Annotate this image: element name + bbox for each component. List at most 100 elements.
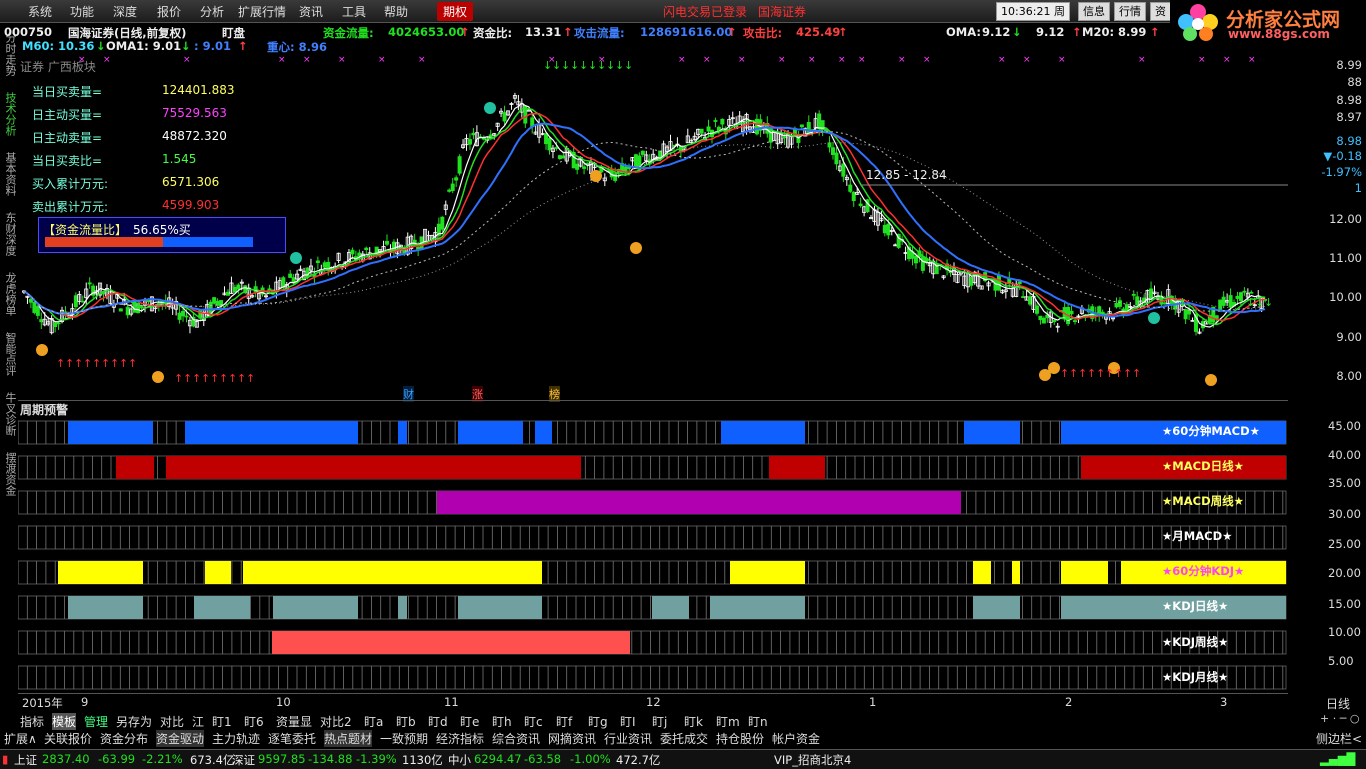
bottom-tab[interactable]: 持仓股份	[716, 730, 764, 747]
bottom-tab[interactable]: 网摘资讯	[548, 730, 596, 747]
candle-body	[1041, 317, 1046, 324]
candle-body	[56, 322, 61, 325]
bottom-tab[interactable]: 盯d	[428, 713, 448, 730]
candle-body	[886, 223, 891, 236]
zx-label[interactable]: 中小	[448, 752, 471, 768]
bottom-tab[interactable]: 盯6	[244, 713, 264, 730]
bottom-tab[interactable]: 盯c	[524, 713, 543, 730]
bottom-tab[interactable]: 盯h	[492, 713, 512, 730]
bottom-tab[interactable]: 逐笔委托	[268, 730, 316, 747]
signal-segment	[458, 596, 542, 619]
menu-news[interactable]: 资讯	[299, 3, 323, 20]
down-arrow-icon: ↓	[561, 59, 570, 72]
signal-label: ★KDJ周线★	[1162, 635, 1229, 649]
oma-value: 9.12	[982, 25, 1011, 39]
bottom-tab[interactable]: 关联报价	[44, 730, 92, 747]
news-button[interactable]: 资	[1150, 2, 1171, 21]
bottom-tab[interactable]: 主力轨迹	[212, 730, 260, 747]
period-label[interactable]: 日线	[1326, 695, 1350, 712]
menu-quote[interactable]: 报价	[157, 3, 181, 20]
up-arrow-icon: ↑	[1072, 25, 1082, 39]
candle-body	[1135, 296, 1140, 306]
bottom-tab[interactable]: 盯k	[684, 713, 703, 730]
bottom-tab[interactable]: 盯n	[748, 713, 768, 730]
candle-body	[699, 128, 704, 134]
bottom-tab[interactable]: 盯f	[556, 713, 572, 730]
up-arrow-icon: ↑	[174, 372, 183, 385]
menu-help[interactable]: 帮助	[384, 3, 408, 20]
quote-button[interactable]: 行情	[1114, 2, 1146, 21]
tab-capital[interactable]: 摆渡资金	[2, 452, 17, 496]
bottom-tab[interactable]: 委托成交	[660, 730, 708, 747]
x-marker-icon: ×	[858, 55, 866, 65]
bottom-tab[interactable]: 扩展∧	[4, 730, 37, 747]
tab-smart-review[interactable]: 智能点评	[2, 332, 17, 376]
bottom-tab[interactable]: 帐户资金	[772, 730, 820, 747]
info-button[interactable]: 信息	[1078, 2, 1110, 21]
menu-extended[interactable]: 扩展行情	[238, 3, 286, 20]
bottom-tab[interactable]: 管理	[84, 713, 108, 730]
bottom-tab[interactable]: 热点题材	[324, 730, 373, 747]
menu-options[interactable]: 期权	[437, 2, 474, 21]
bottom-tab[interactable]: 盯g	[588, 713, 608, 730]
price-label: 12.00	[1329, 212, 1362, 226]
sz-amount: 1130亿	[402, 753, 443, 767]
x-marker-icon: ×	[778, 55, 786, 65]
down-arrow-icon: ↓	[570, 59, 579, 72]
bottom-tab[interactable]: 模板	[52, 713, 77, 730]
bottom-tab[interactable]: 盯e	[460, 713, 479, 730]
sidebar-toggle[interactable]: 侧边栏<	[1316, 730, 1362, 747]
down-arrow-icon: ↓	[615, 59, 624, 72]
menu-analysis[interactable]: 分析	[200, 3, 224, 20]
sz-label[interactable]: 深证	[232, 752, 255, 768]
bottom-tab[interactable]: 资金分布	[100, 730, 148, 747]
sh-label[interactable]: 上证	[14, 752, 37, 768]
candle-body	[882, 224, 887, 234]
panel-label: 买入累计万元:	[32, 177, 109, 191]
bottom-tab[interactable]: 盯j	[652, 713, 667, 730]
menu-depth[interactable]: 深度	[113, 3, 137, 20]
bottom-tab[interactable]: 经济指标	[436, 730, 484, 747]
m20-value: 8.99	[1118, 25, 1147, 39]
bottom-tab[interactable]: 盯a	[364, 713, 383, 730]
bottom-tab[interactable]: 盯b	[396, 713, 416, 730]
tab-diagnosis[interactable]: 牛叉诊断	[2, 392, 17, 436]
login-status: 闪电交易已登录	[663, 5, 748, 19]
bottom-tab[interactable]: 另存为	[116, 713, 152, 730]
menu-tools[interactable]: 工具	[342, 3, 366, 20]
bottom-tab[interactable]: 一致预期	[380, 730, 428, 747]
signal-segment	[166, 456, 581, 479]
warning-bars	[18, 420, 1287, 690]
menu-system[interactable]: 系统	[28, 3, 52, 20]
candle-body	[232, 286, 237, 293]
panel-value: 1.545	[162, 152, 197, 166]
down-arrow-icon: ↓	[1255, 296, 1264, 309]
panel-value: 75529.563	[162, 106, 227, 120]
bottom-tab[interactable]: 综合资讯	[492, 730, 540, 747]
bottom-tab[interactable]: 盯I	[620, 713, 636, 730]
tab-dragon-tiger[interactable]: 龙虎榜单	[2, 272, 17, 316]
bottom-tab[interactable]: 对比	[160, 713, 184, 730]
bottom-tab[interactable]: 盯m	[716, 713, 740, 730]
menu-function[interactable]: 功能	[70, 3, 94, 20]
bottom-tab[interactable]: 盯1	[212, 713, 232, 730]
bottom-tab[interactable]: 资量显	[276, 713, 312, 730]
month-label: 2	[1065, 695, 1073, 709]
x-marker-icon: ×	[303, 55, 311, 65]
bottom-tab[interactable]: 行业资讯	[604, 730, 652, 747]
signal-segment	[398, 421, 407, 444]
tab-depth[interactable]: 东财深度	[2, 212, 17, 256]
up-arrow-icon: ↑	[92, 357, 101, 370]
m20-label: M20:	[1082, 25, 1115, 39]
bottom-tab[interactable]: 江	[192, 713, 204, 730]
up-arrow-icon: ↑	[119, 357, 128, 370]
logo-url: www.88gs.com	[1228, 27, 1330, 41]
bottom-tab[interactable]: 资金驱动	[156, 730, 205, 747]
signal-segment	[769, 456, 825, 479]
tab-technical[interactable]: 技术分析	[2, 92, 17, 136]
bottom-tab[interactable]: 对比2	[320, 713, 352, 730]
tab-fundamentals[interactable]: 基本资料	[2, 152, 17, 196]
bottom-tab[interactable]: 指标	[20, 713, 44, 730]
panel-value: 48872.320	[162, 129, 227, 143]
zoom-controls[interactable]: + · ─ ○	[1320, 712, 1359, 725]
